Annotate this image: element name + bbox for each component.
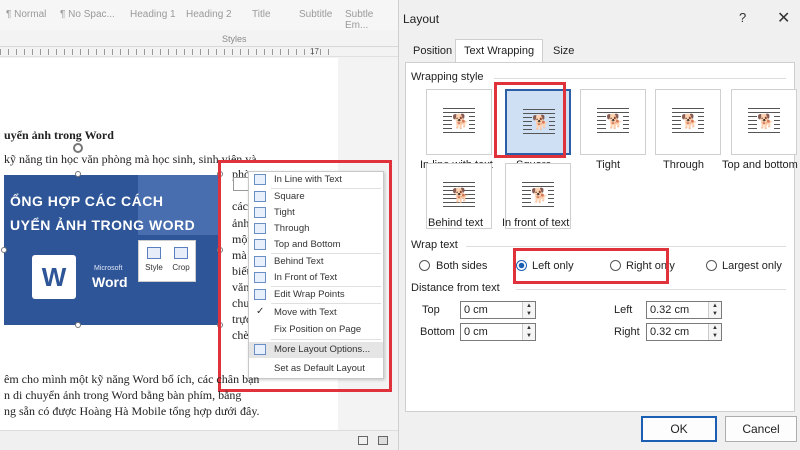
dog-icon: 🐕	[452, 113, 470, 129]
style-subtle-emphasis[interactable]: Subtle Em...	[345, 9, 398, 31]
wrap-style-label: Through	[663, 159, 704, 171]
distance-label: Distance from text	[411, 282, 500, 294]
wrap-style-through[interactable]: 🐕	[655, 89, 721, 155]
right-label: Right	[614, 326, 640, 338]
dog-icon: 🐕	[452, 187, 470, 203]
wrap-style-label: Tight	[596, 159, 621, 171]
resize-handle[interactable]	[1, 247, 7, 253]
highlight-box	[494, 82, 566, 158]
wrap-style-inline[interactable]: 🐕	[426, 89, 492, 155]
print-layout-icon[interactable]	[378, 436, 388, 445]
spin-arrows-icon[interactable]: ▲ ▼	[708, 324, 721, 340]
highlight-box	[218, 160, 392, 392]
doc-line: êm cho mình một kỹ năng Word bổ ích, các…	[4, 372, 260, 386]
microsoft-label: Microsoft	[94, 265, 123, 272]
doc-line: ng sẵn có được Hoàng Hà Mobile tổng hợp …	[4, 404, 260, 418]
cancel-button[interactable]: Cancel	[725, 416, 797, 442]
doc-line: n di chuyển ảnh trong Word bằng bàn phím…	[4, 388, 242, 402]
tab-size[interactable]: Size	[545, 40, 582, 62]
ruler-marker: 17	[310, 47, 319, 56]
resize-handle[interactable]	[75, 322, 81, 328]
style-heading-2[interactable]: Heading 2	[186, 9, 232, 20]
styles-gallery: ¶ Normal ¶ No Spac... Heading 1 Heading …	[0, 0, 398, 31]
style-heading-1[interactable]: Heading 1	[130, 9, 176, 20]
wrap-style-label: Behind text	[428, 217, 484, 229]
style-subtitle[interactable]: Subtitle	[299, 9, 332, 20]
wrap-style-top-bottom[interactable]: 🐕	[731, 89, 797, 155]
right-distance-input[interactable]: 0.32 cm ▲ ▼	[646, 323, 722, 341]
read-mode-icon[interactable]	[358, 436, 368, 445]
word-label: Word	[92, 274, 128, 290]
ruler-ticks	[0, 49, 330, 55]
left-label: Left	[614, 304, 633, 316]
top-distance-input[interactable]: 0 cm ▲ ▼	[460, 301, 536, 319]
tab-panel: Wrapping style 🐕 In line with text 🐕 Squ…	[405, 62, 798, 412]
dog-icon: 🐕	[606, 113, 624, 129]
wrap-style-label: Top and bottom	[722, 159, 798, 171]
radio-largest-only[interactable]	[706, 260, 717, 271]
bottom-label: Bottom	[420, 326, 455, 338]
tab-position[interactable]: Position	[405, 40, 460, 62]
image-title-line-1: ỔNG HỢP CÁC CÁCH	[10, 193, 164, 209]
style-tool-button[interactable]: Style	[142, 245, 166, 279]
help-button[interactable]: ?	[739, 10, 746, 25]
ok-button[interactable]: OK	[641, 416, 717, 442]
crop-icon	[174, 247, 188, 259]
style-title[interactable]: Title	[252, 9, 271, 20]
crop-tool-button[interactable]: Crop	[169, 245, 193, 279]
top-label: Top	[422, 304, 440, 316]
close-icon[interactable]: ✕	[777, 8, 790, 28]
spin-arrows-icon[interactable]: ▲ ▼	[522, 302, 535, 318]
radio-label: Largest only	[722, 260, 782, 272]
left-distance-input[interactable]: 0.32 cm ▲ ▼	[646, 301, 722, 319]
radio-both-sides[interactable]	[419, 260, 430, 271]
section-divider	[466, 246, 786, 247]
dog-icon: 🐕	[681, 113, 699, 129]
spin-arrows-icon[interactable]: ▲ ▼	[708, 302, 721, 318]
status-bar	[0, 430, 398, 450]
resize-handle[interactable]	[75, 171, 81, 177]
wrapping-style-label: Wrapping style	[411, 71, 484, 83]
image-mini-toolbar: Style Crop	[138, 240, 196, 282]
image-title-line-2: UYỂN ẢNH TRONG WORD	[10, 217, 196, 233]
layout-dialog: Layout ? ✕ Position Text Wrapping Size W…	[398, 0, 800, 450]
bottom-distance-input[interactable]: 0 cm ▲ ▼	[460, 323, 536, 341]
section-divider	[494, 78, 786, 79]
wrap-style-label: In front of text	[502, 217, 570, 229]
wrap-style-tight[interactable]: 🐕	[580, 89, 646, 155]
dog-icon: 🐕	[757, 113, 775, 129]
style-icon	[147, 247, 161, 259]
tab-text-wrapping[interactable]: Text Wrapping	[455, 39, 544, 63]
dog-icon: 🐕	[531, 187, 549, 203]
rotate-handle[interactable]	[73, 143, 83, 153]
style-no-spacing[interactable]: ¶ No Spac...	[60, 9, 115, 20]
style-normal[interactable]: ¶ Normal	[6, 9, 46, 20]
doc-heading: uyển ảnh trong Word	[4, 128, 114, 142]
word-window: ¶ Normal ¶ No Spac... Heading 1 Heading …	[0, 0, 398, 450]
styles-group-label: Styles	[222, 34, 247, 44]
wrap-text-label: Wrap text	[411, 239, 458, 251]
radio-label: Both sides	[436, 260, 488, 272]
dialog-title: Layout	[403, 12, 440, 26]
word-logo-icon: W	[32, 255, 76, 299]
highlight-box	[513, 248, 669, 284]
section-divider	[516, 289, 786, 290]
spin-arrows-icon[interactable]: ▲ ▼	[522, 324, 535, 340]
